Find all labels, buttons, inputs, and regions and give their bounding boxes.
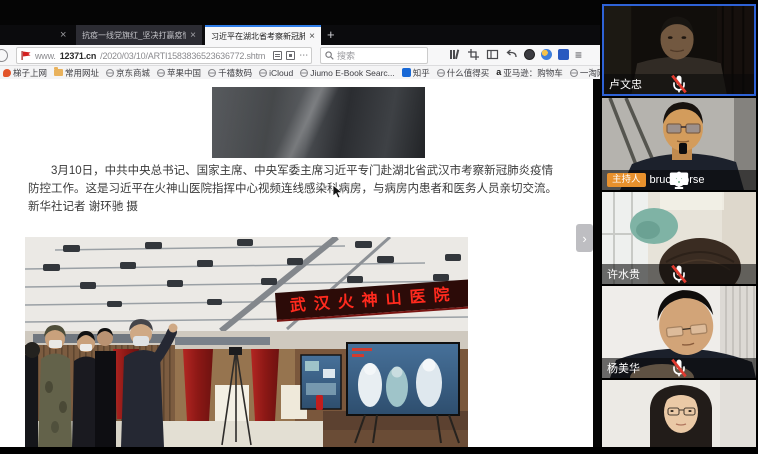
reader-mode-icon[interactable] [273, 51, 282, 60]
participants-panel: 卢文忠 主持人 [600, 0, 758, 454]
bookmark-label: iCloud [269, 68, 293, 78]
url-prefix: www. [35, 51, 56, 61]
extension-icon[interactable] [541, 49, 552, 60]
menu-icon[interactable]: ≡ [575, 49, 582, 61]
participant-tile[interactable]: 主持人 brucehorse [602, 98, 756, 190]
globe-icon [208, 69, 216, 77]
search-input[interactable] [337, 51, 421, 61]
bookmark-label: 梯子上网 [13, 67, 47, 79]
mic-muted-icon [602, 358, 756, 378]
bookmark-item[interactable]: 京东商城 [106, 67, 150, 79]
search-icon [325, 51, 334, 60]
shared-screen: × 抗疫一线党旗红_坚决打赢疫情防控阻 × 习近平在湖北省考察新冠肺炎疫情防控 … [0, 0, 600, 454]
bookmarks-bar: 梯子上网 常用网址 京东商城 苹果中国 千禧数码 iCloud Jiumo E-… [0, 66, 600, 79]
mic-muted-icon [604, 74, 754, 94]
participant-tile[interactable]: 许水贵 [602, 192, 756, 284]
bookmark-item[interactable]: 知乎 [402, 67, 430, 79]
bookmark-label: 亚马逊：购物车 [503, 67, 563, 79]
search-field[interactable] [320, 47, 428, 64]
bookmark-item[interactable]: 梯子上网 [3, 67, 47, 79]
site-favicon-flag-icon [21, 51, 31, 60]
globe-icon [570, 69, 578, 77]
sidebar-toggle-icon[interactable] [486, 48, 499, 61]
globe-icon [300, 69, 308, 77]
bookmark-label: 苹果中国 [167, 67, 201, 79]
bookmark-item[interactable]: a亚马逊：购物车 [496, 67, 563, 79]
more-options-icon[interactable]: ⋯ [299, 51, 308, 60]
bookmark-label: Jiumo E-Book Searc... [310, 68, 395, 78]
globe-icon [157, 69, 165, 77]
url-path: /2020/03/10/ARTI1583836523636772.shtm [100, 51, 265, 61]
amazon-icon: a [496, 68, 501, 77]
browser-nav-bar: www. 12371.cn/2020/03/10/ARTI158383652363… [0, 45, 600, 66]
extension-icon[interactable] [558, 49, 569, 60]
participant-tile[interactable]: 卢文忠 [602, 4, 756, 96]
bookmark-label: 什么值得买 [447, 67, 490, 79]
participant-name-bar: 杨美华 [602, 358, 756, 378]
bookmark-folder[interactable]: 常用网址 [54, 67, 99, 79]
globe-icon [437, 69, 445, 77]
tab-title: 习近平在湖北省考察新冠肺炎疫情防控 [211, 31, 305, 42]
participant-tile[interactable]: 杨美华 [602, 286, 756, 378]
new-tab-icon[interactable]: + [327, 27, 335, 42]
zhihu-icon [402, 68, 411, 77]
save-page-icon[interactable] [286, 51, 295, 60]
mic-muted-icon [602, 264, 756, 284]
bookmark-label: 千禧数码 [218, 67, 252, 79]
participant-name-bar: 主持人 brucehorse [602, 170, 756, 190]
bottom-letterbox [0, 447, 758, 454]
undo-arrow-icon[interactable] [505, 48, 518, 61]
bookmark-item[interactable]: Jiumo E-Book Searc... [300, 68, 395, 78]
toolbar-icons: ≡ [448, 48, 582, 61]
bookmark-item[interactable]: 千禧数码 [208, 67, 252, 79]
close-icon[interactable]: × [309, 31, 315, 42]
tab-xijinping-article[interactable]: 习近平在湖北省考察新冠肺炎疫情防控 × [205, 25, 321, 45]
webpage-content: 3月10日，中共中央总书记、国家主席、中央军委主席习近平专门赴湖北省武汉市考察新… [0, 79, 593, 447]
bookmark-item[interactable]: 什么值得买 [437, 67, 490, 79]
news-photo-scene: 武汉火神山医院 [25, 237, 468, 447]
tab-kangyi[interactable]: 抗疫一线党旗红_坚决打赢疫情防控阻 × [76, 25, 202, 45]
extension-icon[interactable] [524, 49, 535, 60]
screenshot-icon[interactable] [467, 48, 480, 61]
article-photo: 武汉火神山医院 [25, 237, 468, 447]
globe-icon [106, 69, 114, 77]
participant-tile[interactable] [602, 380, 756, 447]
globe-icon [259, 69, 267, 77]
meeting-window: × 抗疫一线党旗红_坚决打赢疫情防控阻 × 习近平在湖北省考察新冠肺炎疫情防控 … [0, 0, 758, 454]
url-host: 12371.cn [60, 51, 96, 61]
flame-icon [3, 69, 11, 77]
close-icon[interactable]: × [60, 28, 66, 42]
bookmark-item[interactable]: 苹果中国 [157, 67, 201, 79]
fire-extinguisher [316, 395, 323, 410]
bookmark-item[interactable]: iCloud [259, 68, 293, 78]
bookmark-label: 京东商城 [116, 67, 150, 79]
library-icon[interactable] [448, 48, 461, 61]
reload-icon[interactable] [0, 49, 8, 62]
participant-name-bar: 许水贵 [602, 264, 756, 284]
bookmark-item[interactable]: 一淘网_高清影视 [570, 67, 600, 79]
mic-on-icon [602, 170, 756, 190]
collapse-sidebar-button[interactable]: › [576, 224, 593, 252]
bookmark-label: 常用网址 [65, 67, 99, 79]
article-photo-top-fragment [212, 87, 425, 158]
article-caption: 3月10日，中共中央总书记、国家主席、中央军委主席习近平专门赴湖北省武汉市考察新… [28, 162, 564, 216]
participant-name-bar: 卢文忠 [604, 74, 754, 94]
mouse-cursor-icon [332, 184, 344, 200]
bookmark-label: 知乎 [413, 67, 430, 79]
folder-icon [54, 69, 63, 76]
close-icon[interactable]: × [190, 30, 196, 41]
participant-video [602, 380, 756, 447]
bookmark-label: 一淘网_高清影视 [580, 67, 600, 79]
tab-title: 抗疫一线党旗红_坚决打赢疫情防控阻 [82, 30, 186, 41]
address-bar[interactable]: www. 12371.cn/2020/03/10/ARTI158383652363… [16, 47, 312, 64]
